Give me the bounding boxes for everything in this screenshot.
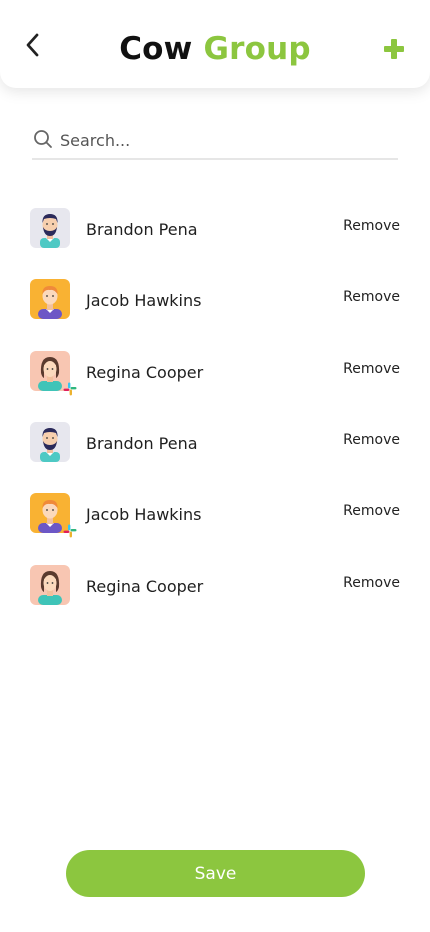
- remove-button[interactable]: Remove: [343, 289, 400, 305]
- list-item: Regina Cooper Remove: [30, 565, 400, 605]
- avatar: [30, 279, 70, 319]
- page-title: Cow Group: [0, 28, 430, 70]
- avatar-image: [30, 208, 70, 248]
- list-item: Regina Cooper Remove: [30, 351, 400, 396]
- avatar: [30, 493, 77, 538]
- add-member-button[interactable]: [382, 37, 406, 61]
- avatar-image: [30, 279, 70, 319]
- member-name: Regina Cooper: [86, 576, 204, 596]
- remove-button[interactable]: Remove: [343, 503, 400, 519]
- member-name: Jacob Hawkins: [86, 290, 202, 310]
- member-name: Regina Cooper: [86, 362, 204, 382]
- title-part-1: Cow: [119, 31, 193, 67]
- save-button[interactable]: Save: [66, 850, 365, 897]
- remove-button[interactable]: Remove: [343, 218, 400, 234]
- avatar: [30, 208, 70, 248]
- title-part-2: Group: [203, 31, 311, 67]
- search-icon: [34, 130, 52, 148]
- remove-button[interactable]: Remove: [343, 432, 400, 448]
- member-name: Brandon Pena: [86, 433, 198, 453]
- list-item: Jacob Hawkins Remove: [30, 493, 400, 538]
- list-item: Jacob Hawkins Remove: [30, 279, 400, 319]
- list-item: Brandon Pena Remove: [30, 422, 400, 462]
- slack-badge-icon: [63, 524, 77, 538]
- avatar: [30, 565, 70, 605]
- avatar: [30, 422, 70, 462]
- plus-icon: [384, 39, 404, 59]
- search-input[interactable]: [60, 126, 380, 154]
- search-bar: [32, 126, 398, 160]
- list-item: Brandon Pena Remove: [30, 208, 400, 248]
- avatar: [30, 351, 77, 396]
- remove-button[interactable]: Remove: [343, 361, 400, 377]
- member-name: Jacob Hawkins: [86, 504, 202, 524]
- slack-badge-icon: [63, 382, 77, 396]
- member-name: Brandon Pena: [86, 219, 198, 239]
- avatar-image: [30, 422, 70, 462]
- avatar-image: [30, 565, 70, 605]
- app-header: Cow Group: [0, 0, 430, 88]
- remove-button[interactable]: Remove: [343, 575, 400, 591]
